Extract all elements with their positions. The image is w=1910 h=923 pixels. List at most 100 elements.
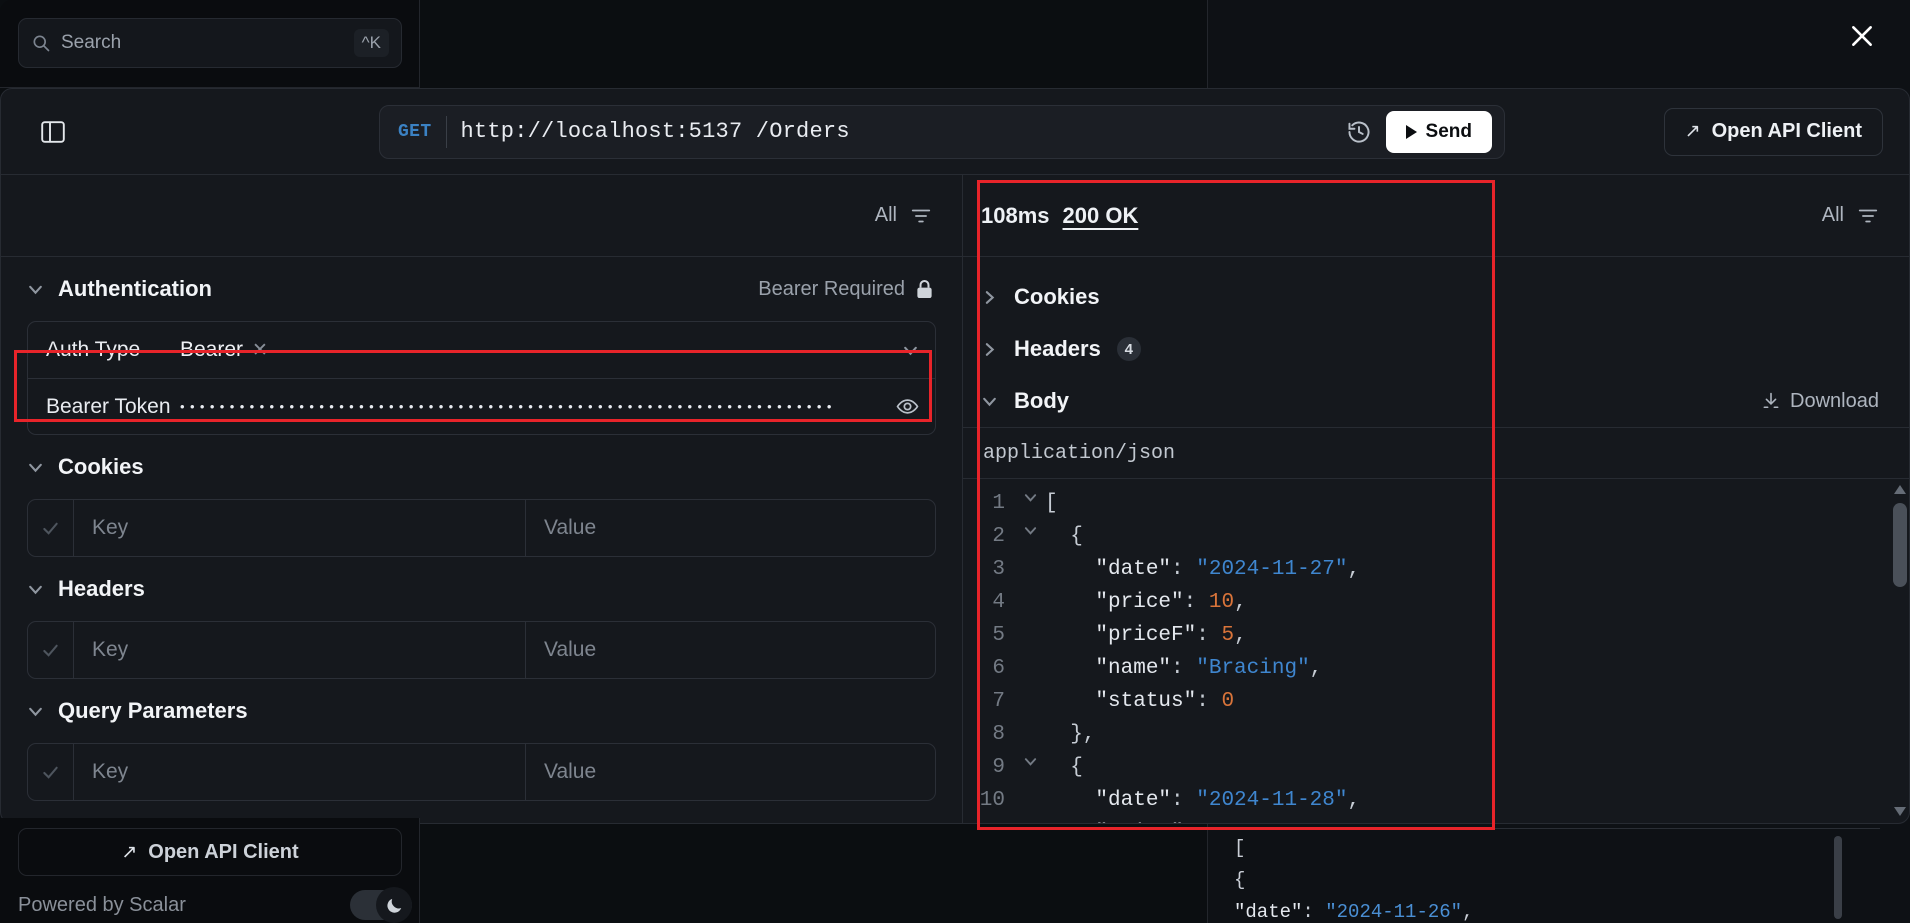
- theme-toggle-knob: [376, 887, 412, 923]
- cookie-row-checkbox[interactable]: [28, 500, 74, 556]
- fold-spacer: [1015, 685, 1045, 688]
- line-number: 9: [963, 751, 1015, 784]
- code-line: 10 "date": "2024-11-28",: [963, 784, 1891, 817]
- cookies-section-header[interactable]: Cookies: [27, 435, 936, 499]
- code-lines-container: 1[2 {3 "date": "2024-11-27",4 "price": 1…: [963, 479, 1891, 823]
- code-text: "price": 4: [1045, 817, 1221, 823]
- authentication-requirement: Bearer Required: [758, 278, 934, 301]
- scroll-up-arrow[interactable]: [1894, 485, 1906, 495]
- sidebar-panel-toggle-button[interactable]: [35, 114, 71, 150]
- line-number: 2: [963, 520, 1015, 553]
- filter-icon[interactable]: [1857, 205, 1879, 227]
- moon-icon: [385, 896, 404, 915]
- scroll-down-arrow[interactable]: [1894, 807, 1906, 817]
- fold-spacer: [1015, 586, 1045, 589]
- request-sections-scroll[interactable]: Authentication Bearer Required Auth Type: [1, 257, 962, 823]
- cookies-kv-row: Key Value: [27, 499, 936, 557]
- chevron-down-icon[interactable]: [902, 342, 919, 359]
- search-shortcut-key: ^K: [354, 29, 389, 57]
- auth-type-row[interactable]: Auth Type Bearer ✕: [28, 322, 935, 378]
- query-param-row-checkbox[interactable]: [28, 744, 74, 800]
- code-line: 4 "price": 10,: [963, 586, 1891, 619]
- send-button[interactable]: Send: [1386, 111, 1492, 153]
- open-api-client-button[interactable]: ↗ Open API Client: [1664, 108, 1883, 156]
- response-status-code[interactable]: 200 OK: [1063, 203, 1139, 229]
- query-parameters-title: Query Parameters: [58, 698, 248, 724]
- line-number: 10: [963, 784, 1015, 817]
- search-panel: Search ^K: [0, 0, 420, 88]
- headers-section-header[interactable]: Headers: [27, 557, 936, 621]
- response-body-accordion[interactable]: Body Download: [963, 375, 1909, 427]
- headers-title: Headers: [58, 576, 145, 602]
- line-number: 1: [963, 487, 1015, 520]
- code-text: "date": "2024-11-27",: [1045, 553, 1360, 586]
- eye-icon[interactable]: [896, 395, 919, 418]
- line-number: 4: [963, 586, 1015, 619]
- response-cookies-accordion[interactable]: Cookies: [963, 271, 1909, 323]
- response-headers-accordion[interactable]: Headers 4: [963, 323, 1909, 375]
- query-parameters-section-header[interactable]: Query Parameters: [27, 679, 936, 743]
- cookie-key-input[interactable]: Key: [74, 500, 526, 556]
- code-line: 5 "priceF": 5,: [963, 619, 1891, 652]
- response-status-bar: 108ms 200 OK All: [963, 175, 1909, 257]
- request-filter-label[interactable]: All: [875, 204, 897, 227]
- line-number: 5: [963, 619, 1015, 652]
- scrollbar-thumb[interactable]: [1893, 503, 1907, 587]
- check-icon: [41, 519, 60, 538]
- search-input[interactable]: Search ^K: [18, 18, 402, 68]
- theme-toggle[interactable]: [350, 890, 412, 920]
- header-row-checkbox[interactable]: [28, 622, 74, 678]
- play-icon: [1406, 125, 1417, 139]
- authentication-title: Authentication: [58, 276, 212, 302]
- fold-toggle-icon[interactable]: [1015, 520, 1045, 538]
- response-body-title: Body: [1014, 388, 1069, 414]
- modal-panes: All Authentication Bearer Requ: [1, 175, 1909, 823]
- headers-kv-row: Key Value: [27, 621, 936, 679]
- arrow-up-right-icon: ↗: [121, 841, 137, 864]
- fold-spacer: [1015, 619, 1045, 622]
- code-text: "price": 10,: [1045, 586, 1247, 619]
- code-text: "priceF": 5,: [1045, 619, 1247, 652]
- cookie-value-input[interactable]: Value: [526, 500, 935, 556]
- code-text: [: [1045, 487, 1058, 520]
- code-text: "name": "Bracing",: [1045, 652, 1322, 685]
- api-client-modal: GET http://localhost:5137 /Orders Send ↗…: [0, 88, 1910, 824]
- fold-toggle-icon[interactable]: [1015, 487, 1045, 505]
- auth-type-value: Bearer: [180, 338, 243, 362]
- code-scrollbar[interactable]: [1891, 479, 1909, 823]
- auth-type-chip[interactable]: Bearer ✕: [180, 338, 268, 362]
- lock-icon: [915, 279, 934, 300]
- search-placeholder: Search: [61, 32, 354, 54]
- url-input-value[interactable]: http://localhost:5137 /Orders: [447, 119, 1346, 144]
- fold-spacer: [1015, 718, 1045, 721]
- fold-spacer: [1015, 817, 1045, 820]
- request-method-label: GET: [398, 122, 446, 142]
- query-param-value-input[interactable]: Value: [526, 744, 935, 800]
- remove-auth-type-icon[interactable]: ✕: [252, 339, 268, 362]
- powered-by-label: Powered by Scalar: [18, 894, 186, 917]
- header-key-input[interactable]: Key: [74, 622, 526, 678]
- check-icon: [41, 641, 60, 660]
- query-param-key-input[interactable]: Key: [74, 744, 526, 800]
- download-button[interactable]: Download: [1761, 390, 1879, 413]
- background-scrollbar[interactable]: [1834, 836, 1842, 919]
- fold-spacer: [1015, 652, 1045, 655]
- footer-open-api-client-button[interactable]: ↗ Open API Client: [18, 828, 402, 876]
- close-button[interactable]: [1834, 8, 1890, 64]
- response-body-code-viewer[interactable]: 1[2 {3 "date": "2024-11-27",4 "price": 1…: [963, 479, 1909, 823]
- fold-toggle-icon[interactable]: [1015, 751, 1045, 769]
- bearer-token-input[interactable]: ••••••••••••••••••••••••••••••••••••••••…: [180, 399, 896, 414]
- code-text: {: [1045, 751, 1083, 784]
- response-headers-title: Headers: [1014, 336, 1101, 362]
- url-field[interactable]: GET http://localhost:5137 /Orders Send: [379, 105, 1505, 159]
- filter-icon[interactable]: [910, 205, 932, 227]
- response-pane: 108ms 200 OK All Cooki: [963, 175, 1909, 823]
- header-value-input[interactable]: Value: [526, 622, 935, 678]
- response-content-type: application/json: [963, 427, 1909, 479]
- chevron-right-icon: [981, 341, 998, 358]
- docs-footer: ↗ Open API Client Powered by Scalar: [0, 818, 420, 923]
- response-filter-label[interactable]: All: [1822, 204, 1844, 227]
- authentication-section-header[interactable]: Authentication Bearer Required: [27, 257, 936, 321]
- history-clock-icon[interactable]: [1346, 119, 1372, 145]
- bearer-token-row[interactable]: Bearer Token •••••••••••••••••••••••••••…: [28, 378, 935, 434]
